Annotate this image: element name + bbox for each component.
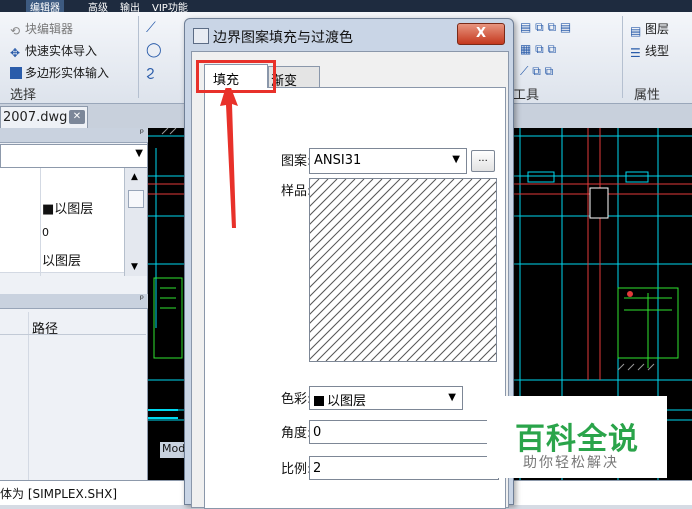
object-type-select[interactable]: ▼ bbox=[0, 144, 148, 168]
hatch-line bbox=[310, 179, 410, 279]
tab-fill[interactable]: 填充 bbox=[204, 64, 268, 88]
block-editor-label: 块编辑器 bbox=[25, 22, 74, 36]
property-row[interactable]: ■以图层 bbox=[0, 194, 124, 221]
menu-bar: 编辑器 高级 输出 VIP功能 bbox=[0, 0, 692, 14]
properties-palette: ᵖ ▼ ■以图层 0 以图层 ▲ ▼ ᵖ 路径 bbox=[0, 128, 148, 480]
angle-label: 角度: bbox=[281, 426, 312, 441]
hatch-line bbox=[415, 280, 496, 361]
layer-button[interactable]: ▤ 图层 bbox=[630, 20, 670, 38]
hatch-line bbox=[469, 334, 496, 361]
quick-solid-import-button[interactable]: ✥ 快速实体导入 bbox=[10, 42, 98, 60]
palette-header: ᵖ bbox=[0, 294, 148, 309]
column-divider bbox=[28, 312, 29, 480]
hatch-line bbox=[310, 179, 392, 261]
color-select[interactable]: 以图层 ▼ bbox=[309, 386, 463, 410]
color-label: 色彩: bbox=[281, 392, 312, 407]
scale-label: 比例: bbox=[281, 462, 312, 477]
tools-group-title: 工具 bbox=[513, 88, 540, 103]
tool-icons-row2[interactable]: ▦ ⧉ ⧉ bbox=[520, 42, 556, 57]
hatch-line bbox=[406, 271, 496, 361]
watermark-subtitle: 助你轻松解决 bbox=[523, 455, 619, 471]
dialog-close-button[interactable]: X bbox=[457, 23, 505, 45]
property-color-value: ■以图层 bbox=[42, 202, 94, 217]
hatch-line bbox=[343, 208, 496, 361]
dialog-app-icon bbox=[193, 28, 209, 44]
tool-icons-row3[interactable]: ⟋ ⧉ ⧉ bbox=[520, 64, 553, 79]
scale-input[interactable]: 2 bbox=[309, 456, 499, 480]
property-layer-value: 0 bbox=[42, 226, 49, 239]
column-divider bbox=[40, 168, 41, 276]
hatch-line bbox=[460, 325, 496, 361]
solid-import-icon: ✥ bbox=[10, 46, 21, 60]
linetype-label: 线型 bbox=[645, 44, 670, 58]
block-editor-button[interactable]: ⟲ 块编辑器 bbox=[10, 20, 74, 38]
angle-input[interactable]: 0 bbox=[309, 420, 499, 444]
annotation-arrow-icon bbox=[220, 80, 238, 228]
hatch-line bbox=[352, 217, 496, 361]
property-linetype-value: 以图层 bbox=[42, 254, 82, 269]
pattern-select[interactable]: ANSI31 ▼ bbox=[309, 148, 467, 174]
pin-icon[interactable]: ᵖ bbox=[140, 294, 144, 305]
watermark: 百科全说 助你轻松解决 bbox=[487, 396, 667, 478]
pattern-label: 图案: bbox=[281, 154, 312, 169]
draw-curve-icon[interactable]: ϩ bbox=[146, 64, 155, 80]
hatch-line bbox=[310, 179, 338, 207]
ribbon-separator bbox=[622, 16, 623, 98]
pin-icon[interactable]: ᵖ bbox=[140, 128, 144, 139]
draw-line-icon[interactable]: ⟋ bbox=[146, 20, 156, 36]
dialog-title: 边界图案填充与过渡色 bbox=[213, 30, 353, 46]
linetype-icon: ☰ bbox=[630, 46, 641, 60]
tool-icons-row1[interactable]: ▤ ⧉ ⧉ ▤ bbox=[520, 20, 571, 35]
property-row[interactable]: 以图层 bbox=[0, 246, 124, 273]
linetype-button[interactable]: ☰ 线型 bbox=[630, 42, 670, 60]
hatch-line bbox=[316, 181, 496, 361]
palette-header: ᵖ bbox=[0, 128, 148, 143]
ribbon-separator bbox=[138, 16, 139, 98]
sample-label: 样品: bbox=[281, 184, 312, 199]
polygon-solid-icon bbox=[10, 67, 22, 79]
layer-label: 图层 bbox=[645, 22, 670, 36]
polygon-solid-input-button[interactable]: 多边形实体输入 bbox=[10, 64, 109, 81]
hatch-line bbox=[310, 179, 464, 333]
scroll-up-icon[interactable]: ▲ bbox=[131, 172, 138, 182]
command-history-text: 体为 [SIMPLEX.SHX] bbox=[0, 487, 118, 501]
scroll-down-icon[interactable]: ▼ bbox=[131, 262, 138, 272]
property-row[interactable] bbox=[0, 168, 124, 195]
polygon-solid-input-label: 多边形实体输入 bbox=[25, 66, 110, 80]
file-tab-label: 2007.dwg bbox=[3, 110, 68, 125]
color-swatch-icon bbox=[314, 396, 324, 406]
property-row[interactable]: 0 bbox=[0, 220, 124, 247]
pattern-more-button[interactable]: ... bbox=[471, 150, 495, 172]
scroll-thumb[interactable] bbox=[128, 190, 144, 208]
chevron-down-icon: ▼ bbox=[448, 392, 456, 403]
pattern-sample-preview[interactable] bbox=[309, 178, 497, 362]
quick-solid-import-label: 快速实体导入 bbox=[25, 44, 98, 58]
hatch-pattern bbox=[310, 179, 496, 361]
color-value: 以图层 bbox=[327, 394, 367, 409]
block-editor-icon: ⟲ bbox=[10, 24, 21, 38]
color-value-wrap: 以图层 bbox=[314, 390, 366, 409]
pattern-value: ANSI31 bbox=[314, 153, 362, 168]
select-group-title: 选择 bbox=[10, 88, 37, 103]
chevron-down-icon: ▼ bbox=[135, 148, 143, 159]
close-icon[interactable]: ✕ bbox=[69, 110, 85, 124]
draw-circle-icon[interactable]: ◯ bbox=[146, 42, 162, 58]
palette-scrollbar[interactable]: ▲ ▼ bbox=[124, 168, 147, 276]
file-tab[interactable]: 2007.dwg ✕ bbox=[0, 106, 88, 128]
layer-icon: ▤ bbox=[630, 24, 642, 38]
properties-group-title: 属性 bbox=[634, 88, 661, 103]
hatch-line bbox=[478, 343, 496, 361]
chevron-down-icon: ▼ bbox=[452, 154, 460, 165]
model-tab[interactable]: Mod bbox=[160, 442, 186, 458]
header-divider bbox=[0, 334, 146, 335]
